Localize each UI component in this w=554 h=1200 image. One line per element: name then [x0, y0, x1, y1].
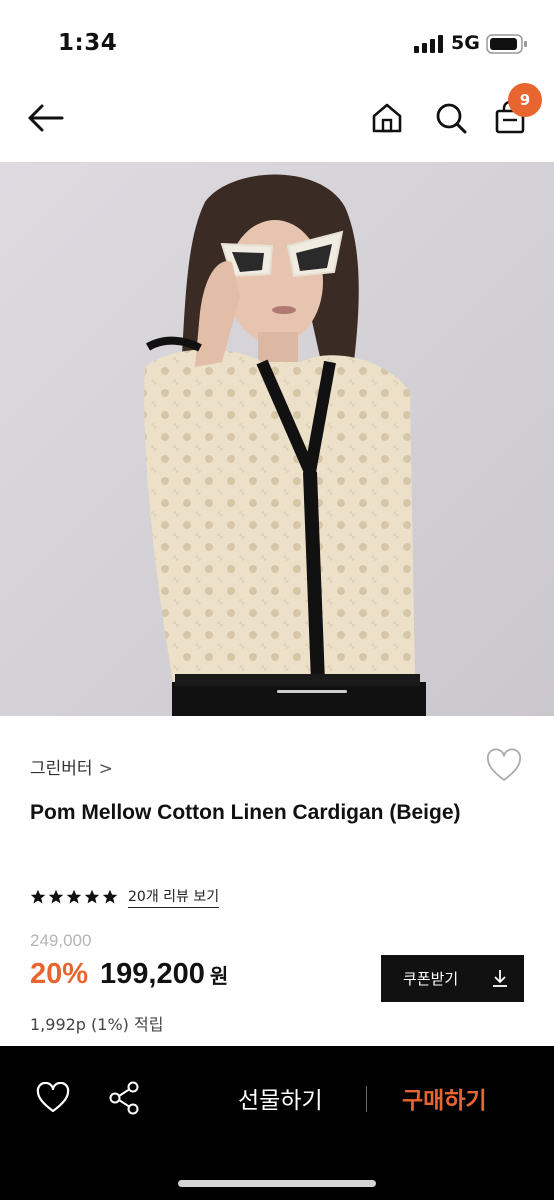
battery-icon: [486, 34, 527, 54]
status-bar: 1:34 5G: [0, 0, 554, 80]
chevron-right-icon: >: [98, 759, 113, 779]
sale-price: 199,200: [100, 958, 205, 990]
nav-bar: [0, 80, 554, 162]
discount-rate: 20%: [30, 958, 89, 990]
star-icon: [30, 889, 46, 904]
signal-icon: [414, 35, 443, 53]
brand-name: 그린버터: [30, 759, 93, 779]
wishlist-heart-icon[interactable]: [485, 748, 523, 784]
home-indicator: [178, 1180, 376, 1187]
coupon-label: 쿠폰받기: [403, 970, 459, 988]
star-icon: [102, 889, 118, 904]
star-icon: [48, 889, 64, 904]
home-icon[interactable]: [367, 98, 407, 138]
image-page-indicator: [277, 690, 347, 693]
gift-button[interactable]: 선물하기: [238, 1081, 323, 1115]
product-title: Pom Mellow Cotton Linen Cardigan (Beige): [30, 801, 461, 824]
original-price: 249,000: [30, 931, 92, 950]
network-label: 5G: [451, 32, 480, 54]
brand-link[interactable]: 그린버터 >: [30, 754, 113, 779]
rating-row: 20개 리뷰 보기: [30, 885, 220, 909]
back-arrow-icon[interactable]: [24, 98, 66, 138]
reward-points: 1,992p (1%) 적립: [30, 1015, 164, 1034]
rating-stars: [30, 889, 118, 905]
divider: [366, 1086, 367, 1112]
star-icon: [66, 889, 82, 904]
review-link[interactable]: 20개 리뷰 보기: [128, 886, 220, 908]
price-row: 20% 199,200 원: [30, 958, 228, 991]
search-icon[interactable]: [431, 98, 471, 138]
share-icon[interactable]: [107, 1080, 141, 1116]
cart-count-badge: 9: [508, 83, 542, 117]
bottom-action-bar: 선물하기 구매하기: [0, 1046, 554, 1200]
coupon-button[interactable]: 쿠폰받기: [381, 955, 524, 1002]
star-icon: [84, 889, 100, 904]
product-image[interactable]: [0, 162, 554, 716]
download-icon: [493, 970, 507, 987]
heart-icon[interactable]: [36, 1082, 70, 1114]
currency-unit: 원: [209, 964, 229, 988]
status-time: 1:34: [58, 30, 118, 56]
buy-button[interactable]: 구매하기: [402, 1081, 487, 1115]
model-photo: [0, 162, 554, 716]
